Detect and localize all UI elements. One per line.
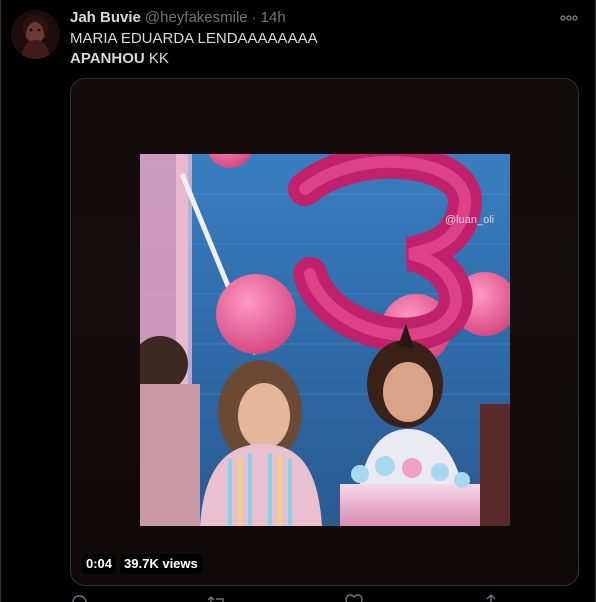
tweet-card[interactable]: Jah Buvie @heyfakesmile · 14h MARIA EDUA…	[0, 0, 596, 602]
video-watermark: @luan_oli	[445, 214, 495, 226]
more-horizontal-icon[interactable]	[559, 10, 579, 26]
retweet-button[interactable]	[207, 594, 227, 602]
share-button[interactable]	[482, 593, 500, 602]
tweet-text-line-2: APANHOU KK	[70, 49, 570, 69]
tweet-header: Jah Buvie @heyfakesmile · 14h	[70, 8, 286, 28]
tweet-text-rest: KK	[144, 50, 169, 67]
share-icon	[482, 593, 500, 602]
like-icon	[345, 593, 364, 602]
avatar[interactable]	[11, 10, 60, 59]
video-overlay: 0:04 39.7K views	[82, 554, 202, 574]
author-handle[interactable]: @heyfakesmile	[145, 8, 248, 28]
author-display-name[interactable]: Jah Buvie	[70, 8, 141, 28]
like-button[interactable]	[345, 593, 364, 602]
tweet-timestamp[interactable]: 14h	[261, 8, 286, 28]
video-elapsed-time: 0:04	[82, 554, 117, 574]
retweet-icon	[207, 594, 227, 602]
video-player[interactable]: @luan_oli 0:04 39.7K views	[70, 78, 579, 586]
reply-button[interactable]	[70, 594, 88, 602]
tweet-text-bold-word: APANHOU	[70, 50, 145, 67]
tweet-text: MARIA EDUARDA LENDAAAAAAAA APANHOU KK	[70, 29, 570, 69]
video-view-count: 39.7K views	[120, 554, 202, 574]
video-frame: @luan_oli	[140, 154, 510, 526]
separator-dot: ·	[251, 9, 257, 26]
tweet-actions	[70, 593, 500, 602]
tweet-text-line-1: MARIA EDUARDA LENDAAAAAAAA	[70, 30, 318, 47]
reply-icon	[70, 594, 88, 602]
